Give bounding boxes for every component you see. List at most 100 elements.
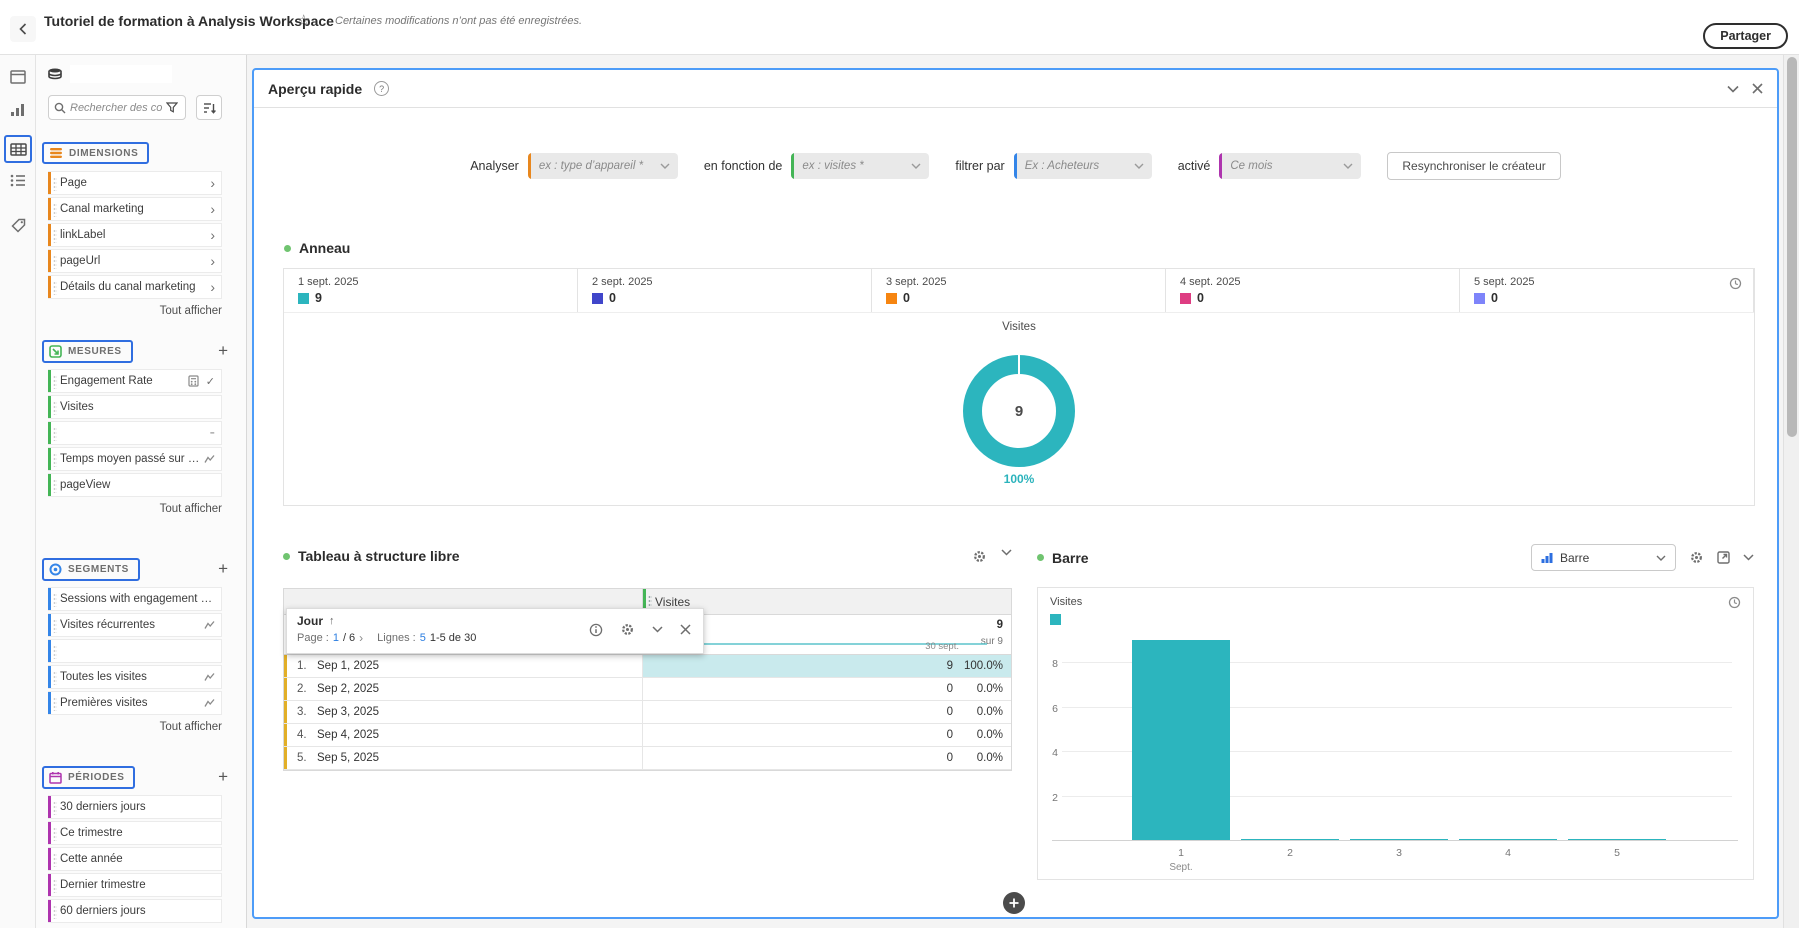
segment-item[interactable] [48,639,222,663]
dimension-item[interactable]: linkLabel › [48,223,222,247]
metric-item[interactable]: Visites - ✓ [48,395,222,419]
bar-settings-gear-icon[interactable] [1689,550,1704,565]
back-button[interactable] [10,16,36,42]
chevron-right-icon[interactable]: › [210,253,215,269]
value-cell[interactable]: 0 0.0% [643,701,1011,723]
table-row[interactable]: 4. Sep 4, 2025 0 0.0% [284,724,1011,747]
table-row[interactable]: 1. Sep 1, 2025 9 100.0% [284,655,1011,678]
table-row[interactable]: 5. Sep 5, 2025 0 0.0% [284,747,1011,770]
bar[interactable] [1568,839,1666,841]
next-page-icon[interactable]: › [359,631,363,645]
tables-icon[interactable] [8,139,28,159]
resync-builder-button[interactable]: Resynchroniser le créateur [1387,152,1560,180]
periods-header-box[interactable]: PÉRIODES [42,766,135,789]
segment-item[interactable]: Toutes les visites [48,665,222,689]
bar-collapse-chevron-icon[interactable] [1743,554,1754,561]
segment-item[interactable]: Visites récurrentes [48,613,222,637]
period-item[interactable]: Ce trimestre [48,821,222,845]
sort-ascending-icon[interactable]: ↑ [329,615,335,627]
data-refresh-clock-icon[interactable] [1728,596,1741,609]
metrics-header-box[interactable]: MESURES [42,340,133,363]
toolkit-tag-icon[interactable] [8,215,28,235]
bar[interactable] [1132,640,1230,840]
filter-funnel-icon[interactable] [166,102,178,113]
chevron-right-icon[interactable]: › [210,279,215,295]
collapse-panel-icon[interactable] [1727,85,1739,93]
row-header-cell[interactable]: 1. Sep 1, 2025 [284,655,643,677]
row-header-cell[interactable]: 3. Sep 3, 2025 [284,701,643,723]
period-item[interactable]: Dernier trimestre [48,873,222,897]
chevron-right-icon[interactable]: › [210,175,215,191]
rows-count-link[interactable]: 5 [420,632,426,644]
chevron-right-icon[interactable]: › [210,201,215,217]
add-segment-button[interactable]: + [218,559,228,579]
settings-gear-icon[interactable] [620,622,635,637]
date-range-dropdown[interactable]: Ce mois [1219,153,1361,179]
share-button[interactable]: Partager [1703,23,1788,49]
segment-item[interactable]: Premières visites [48,691,222,715]
row-header-cell[interactable]: 5. Sep 5, 2025 [284,747,643,769]
segments-header-box[interactable]: SEGMENTS [42,558,140,581]
row-header-cell[interactable]: 2. Sep 2, 2025 [284,678,643,700]
metric-item[interactable]: Engagement Rate - ✓ [48,369,222,393]
legend-item[interactable]: 3 sept. 2025 0 [872,269,1166,312]
chevron-right-icon[interactable]: › [210,227,215,243]
bar[interactable] [1459,839,1557,841]
add-visualization-button[interactable] [1003,892,1025,914]
analyze-dropdown[interactable]: ex : type d’appareil * [528,153,678,179]
jour-column-header[interactable]: Jour [297,614,323,628]
components-list-icon[interactable] [8,170,28,190]
metric-item[interactable]: pageView - ✓ [48,473,222,497]
metric-dropdown[interactable]: ex : visites * [791,153,929,179]
dimension-item[interactable]: Page › [48,171,222,195]
segment-dropdown[interactable]: Ex : Acheteurs [1014,153,1152,179]
panels-icon[interactable] [8,67,28,87]
legend-item[interactable]: 2 sept. 2025 0 [578,269,872,312]
value-cell[interactable]: 0 0.0% [643,724,1011,746]
table-row[interactable]: 3. Sep 3, 2025 0 0.0% [284,701,1011,724]
metric-item[interactable]: Temps moyen passé sur le… - ✓ [48,447,222,471]
dimensions-header-box[interactable]: DIMENSIONS [42,142,149,164]
help-icon[interactable]: ? [374,81,389,96]
page-number-link[interactable]: 1 [333,632,339,644]
dimensions-show-all[interactable]: Tout afficher [42,305,222,317]
table-collapse-chevron-icon[interactable] [1001,549,1012,564]
expand-icon[interactable] [1717,551,1730,564]
value-cell[interactable]: 9 100.0% [643,655,1011,677]
legend-item[interactable]: 1 sept. 2025 9 [284,269,578,312]
table-row[interactable]: 2. Sep 2, 2025 0 0.0% [284,678,1011,701]
bar-legend-swatch[interactable] [1050,614,1061,625]
visualizations-icon[interactable] [8,100,28,120]
scrollbar-thumb[interactable] [1787,57,1797,437]
sort-button[interactable] [196,95,222,120]
search-input[interactable] [70,102,162,114]
add-period-button[interactable]: + [218,767,228,787]
segment-item[interactable]: Sessions with engagement (cu… [48,587,222,611]
legend-item[interactable]: 5 sept. 2025 0 [1460,269,1754,312]
chevron-down-icon[interactable] [652,626,663,633]
value-cell[interactable]: 0 0.0% [643,678,1011,700]
report-suite-selector[interactable] [70,65,172,83]
period-item[interactable]: Cette année [48,847,222,871]
metrics-show-all[interactable]: Tout afficher [42,503,222,515]
period-item[interactable]: 30 derniers jours [48,795,222,819]
info-icon[interactable] [589,623,603,637]
dimension-item[interactable]: Canal marketing › [48,197,222,221]
period-item[interactable]: 60 derniers jours [48,899,222,923]
row-header-cell[interactable]: 4. Sep 4, 2025 [284,724,643,746]
legend-item[interactable]: 4 sept. 2025 0 [1166,269,1460,312]
data-refresh-clock-icon[interactable] [1729,277,1742,290]
add-metric-button[interactable]: + [218,341,228,361]
table-settings-gear-icon[interactable] [972,549,987,564]
value-cell[interactable]: 0 0.0% [643,747,1011,769]
segments-show-all[interactable]: Tout afficher [42,721,222,733]
viz-type-selector[interactable]: Barre [1531,544,1676,571]
favorite-star-icon[interactable]: ☆ [297,11,310,29]
bar[interactable] [1350,839,1448,841]
metric-item[interactable]: - ✓ [48,421,222,445]
bar[interactable] [1241,839,1339,841]
close-panel-icon[interactable] [1752,83,1763,94]
dimension-item[interactable]: Détails du canal marketing › [48,275,222,299]
dimension-item[interactable]: pageUrl › [48,249,222,273]
close-icon[interactable] [680,624,691,635]
